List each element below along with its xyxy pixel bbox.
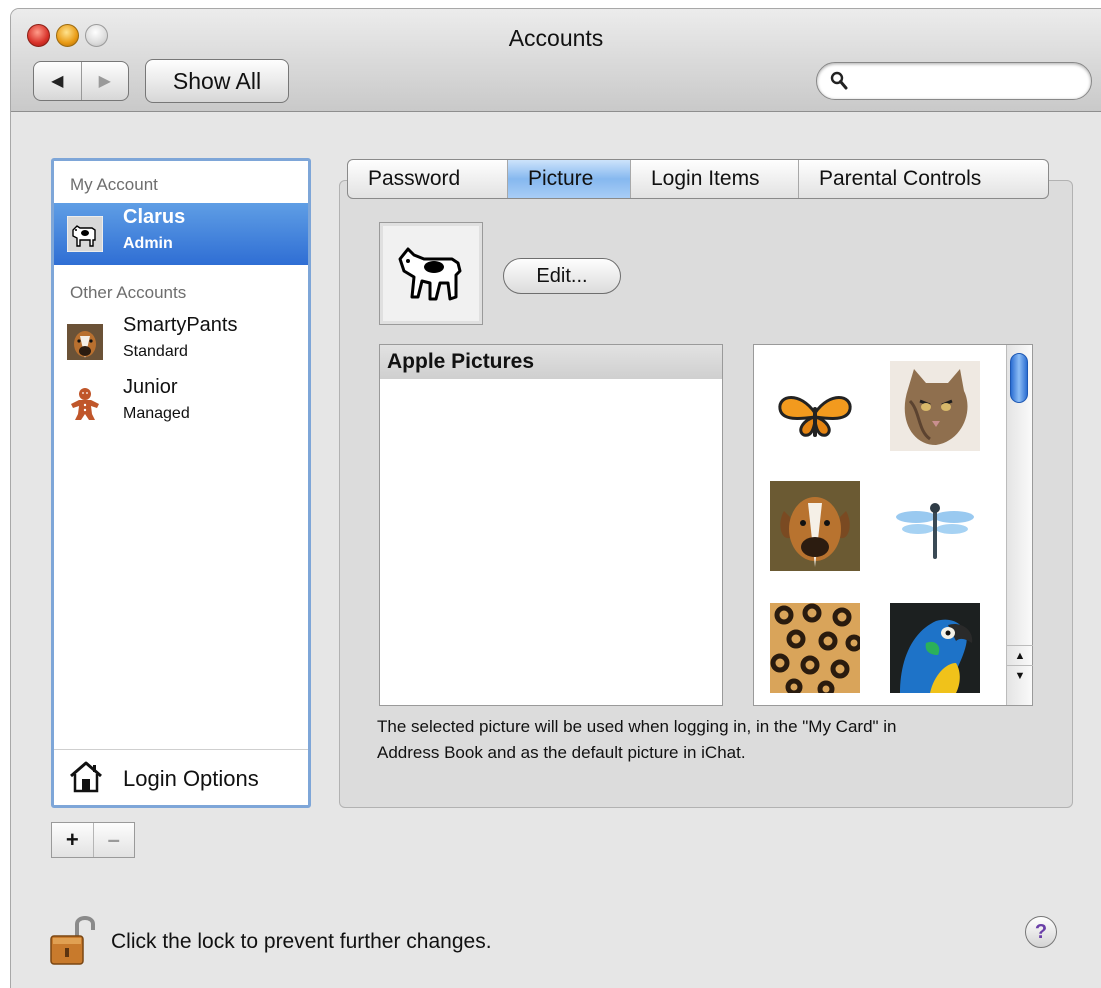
add-remove-control: + – <box>51 822 135 858</box>
account-name: Clarus <box>123 206 186 228</box>
preferences-pane: My Account Clarus Admin Other Accounts S… <box>11 112 1101 988</box>
my-account-header: My Account <box>70 175 158 194</box>
account-role: Managed <box>123 405 190 422</box>
picture-source-list: Apple Pictures <box>379 344 723 706</box>
title-bar: Accounts ◀ ▶ Show All <box>11 9 1101 112</box>
boxer-dog-avatar-icon <box>67 324 103 360</box>
search-field[interactable] <box>816 62 1092 100</box>
account-name: SmartyPants <box>123 314 238 336</box>
boxer-dog-thumbnail-icon[interactable] <box>770 481 860 571</box>
window-title: Accounts <box>508 25 604 51</box>
scroll-down-arrow[interactable]: ▼ <box>1007 665 1033 685</box>
cat-thumbnail-icon[interactable] <box>890 361 980 451</box>
scroll-up-arrow[interactable]: ▲ <box>1007 645 1033 665</box>
scrollbar-thumb[interactable] <box>1010 353 1028 403</box>
search-input[interactable] <box>855 69 1080 93</box>
account-item-clarus[interactable]: Clarus Admin <box>54 203 308 265</box>
accounts-list: My Account Clarus Admin Other Accounts S… <box>51 158 311 808</box>
login-options-item[interactable]: Login Options <box>54 749 308 805</box>
leopard-fur-thumbnail-icon[interactable] <box>770 603 860 693</box>
picture-grid: ▲ ▼ <box>753 344 1033 706</box>
login-options-label: Login Options <box>123 766 259 791</box>
account-item-junior[interactable]: Junior Managed <box>54 373 308 435</box>
show-all-button[interactable]: Show All <box>145 59 289 103</box>
dragonfly-thumbnail-icon[interactable] <box>890 481 980 571</box>
unlocked-padlock-icon[interactable] <box>49 912 101 966</box>
add-account-button[interactable]: + <box>52 823 94 857</box>
account-role: Admin <box>123 235 173 252</box>
picture-grid-scrollbar[interactable]: ▲ ▼ <box>1006 345 1033 705</box>
edit-picture-button[interactable]: Edit... <box>503 258 621 294</box>
help-button[interactable]: ? <box>1025 916 1057 948</box>
account-role: Standard <box>123 343 188 360</box>
butterfly-thumbnail-icon[interactable] <box>770 369 860 459</box>
forward-button[interactable]: ▶ <box>82 62 129 100</box>
tab-parental-controls[interactable]: Parental Controls <box>799 160 1048 198</box>
search-icon <box>830 71 848 90</box>
back-forward-control: ◀ ▶ <box>33 61 129 101</box>
tab-password[interactable]: Password <box>348 160 508 198</box>
other-accounts-header: Other Accounts <box>70 283 187 302</box>
picture-hint-text: The selected picture will be used when l… <box>377 717 897 762</box>
back-button[interactable]: ◀ <box>34 62 82 100</box>
gingerbread-avatar-icon <box>71 388 99 420</box>
accounts-window: Accounts ◀ ▶ Show All My Account Clarus … <box>10 8 1101 988</box>
remove-account-button[interactable]: – <box>94 823 135 857</box>
account-name: Junior <box>123 376 178 398</box>
tab-picture[interactable]: Picture <box>508 160 631 198</box>
apple-pictures-source[interactable]: Apple Pictures <box>380 345 722 379</box>
account-item-smartypants[interactable]: SmartyPants Standard <box>54 311 308 373</box>
tab-bar: Password Picture Login Items Parental Co… <box>347 159 1049 199</box>
house-icon <box>70 761 102 793</box>
dogcow-picture-icon <box>398 247 462 301</box>
parrot-thumbnail-icon[interactable] <box>890 603 980 693</box>
dogcow-avatar-icon <box>67 216 103 252</box>
tab-login-items[interactable]: Login Items <box>631 160 799 198</box>
lock-status-text: Click the lock to prevent further change… <box>111 930 492 953</box>
current-picture-well[interactable] <box>379 222 483 325</box>
